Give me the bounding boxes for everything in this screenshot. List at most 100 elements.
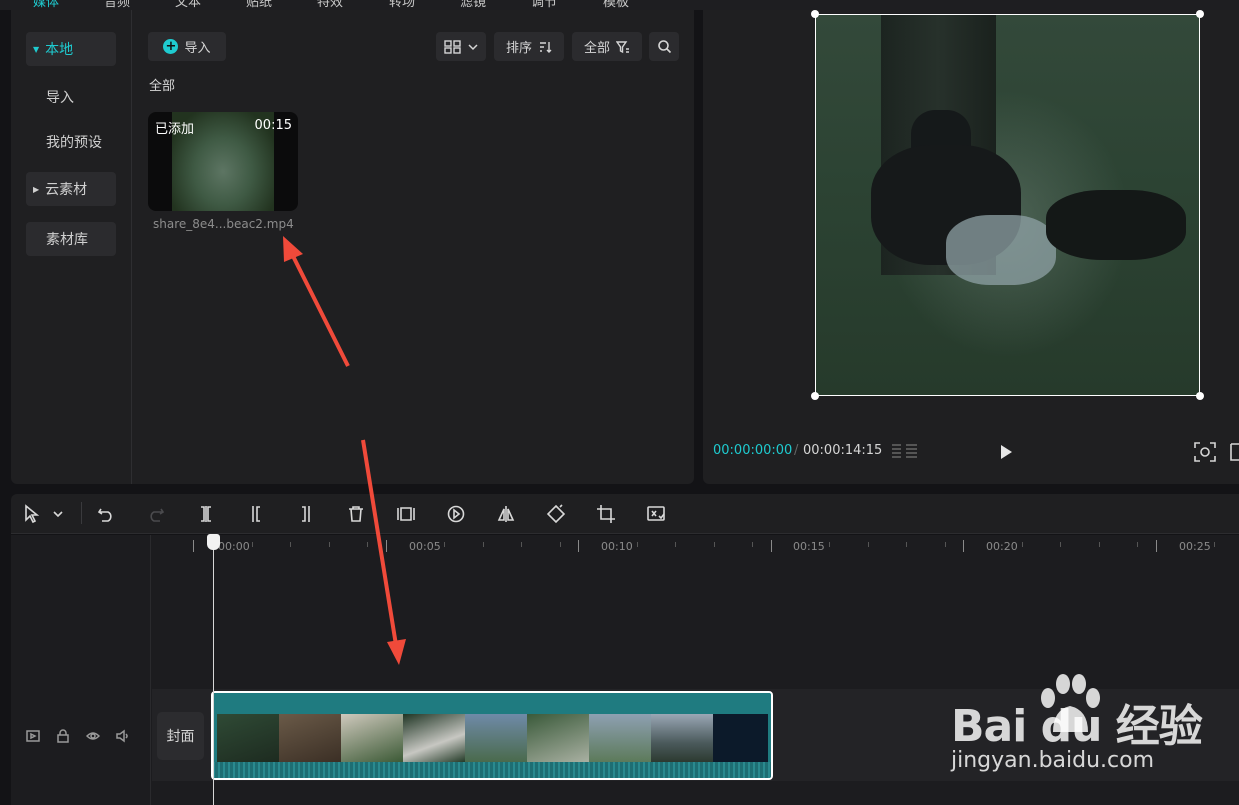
delete-button[interactable] (344, 502, 368, 526)
sidebar-item-my-presets[interactable]: 我的预设 (26, 125, 116, 159)
split-icon (201, 506, 211, 522)
duration-badge: 00:15 (254, 118, 292, 133)
fullscreen-icon (1230, 443, 1239, 461)
filmstrip-frame (465, 714, 527, 762)
tab-templates[interactable]: 模板 (603, 0, 629, 10)
cover-button[interactable]: 封面 (157, 712, 204, 760)
playhead-handle[interactable] (207, 534, 220, 550)
freeze-frame-button[interactable] (394, 502, 418, 526)
search-button[interactable] (649, 32, 679, 61)
ruler-label: 00:00 (218, 540, 250, 553)
timecode-format-icon[interactable] (891, 443, 919, 465)
ruler-minor-tick (675, 542, 676, 547)
ruler-major-tick (578, 540, 579, 552)
tab-media[interactable]: 媒体 (33, 0, 59, 10)
mirror-button[interactable] (494, 502, 518, 526)
video-preview[interactable] (815, 14, 1200, 396)
toolbar-divider (81, 502, 82, 524)
play-button[interactable] (998, 444, 1014, 464)
time-separator: / (794, 443, 799, 458)
trash-icon (349, 506, 363, 522)
ruler-major-tick (963, 540, 964, 552)
sidebar-item-import[interactable]: 导入 (26, 80, 116, 114)
crop-button[interactable] (594, 502, 618, 526)
track-visibility-toggle[interactable] (84, 727, 102, 745)
ruler-minor-tick (444, 542, 445, 547)
time-ruler[interactable] (152, 535, 1239, 557)
reverse-button[interactable] (444, 502, 468, 526)
trim-left-icon (252, 506, 260, 522)
resize-handle[interactable] (811, 10, 819, 18)
focus-icon (1194, 442, 1216, 462)
tab-sticker[interactable]: 贴纸 (246, 0, 272, 10)
rotate-button[interactable] (544, 502, 568, 526)
filmstrip-frame (341, 714, 403, 762)
crop-icon (597, 505, 615, 523)
undo-icon (97, 508, 112, 522)
tab-transitions[interactable]: 转场 (389, 0, 415, 10)
view-mode-button[interactable] (436, 32, 486, 61)
lock-icon (57, 729, 69, 743)
sort-button[interactable]: 排序 (494, 32, 564, 61)
filter-button[interactable]: 全部 (572, 32, 642, 61)
ruler-minor-tick (367, 542, 368, 547)
ruler-minor-tick (945, 542, 946, 547)
import-button[interactable]: + 导入 (148, 32, 226, 61)
media-filename: share_8e4...beac2.mp4 (153, 217, 294, 231)
filmstrip-frame (651, 714, 713, 762)
sort-label: 排序 (505, 41, 532, 56)
search-icon (657, 40, 671, 54)
rotate-icon (546, 504, 566, 524)
filmstrip-frame (527, 714, 589, 762)
sidebar-item-local[interactable]: ▼ 本地 (26, 32, 116, 66)
tab-text[interactable]: 文本 (175, 0, 201, 10)
fullscreen-button[interactable] (1230, 443, 1239, 465)
ruler-minor-tick (252, 542, 253, 547)
track-video-toggle[interactable] (24, 727, 42, 745)
track-lock-toggle[interactable] (54, 727, 72, 745)
video-clip[interactable] (211, 691, 773, 780)
undo-button[interactable] (94, 502, 118, 526)
filmstrip-frame (279, 714, 341, 762)
resize-handle[interactable] (811, 392, 819, 400)
ruler-major-tick (1156, 540, 1157, 552)
clip-audio-waveform (213, 762, 771, 778)
tab-filters[interactable]: 滤镜 (460, 0, 486, 10)
fit-screen-button[interactable] (1194, 442, 1216, 466)
freeze-frame-icon (397, 507, 415, 521)
ruler-minor-tick (483, 542, 484, 547)
caret-down-icon: ▼ (33, 44, 40, 54)
speaker-icon (116, 729, 128, 743)
media-thumbnail[interactable]: 已添加 00:15 (148, 112, 298, 211)
media-panel: ▼ 本地 导入 我的预设 ▶ 云素材 素材库 + 导入 排序 全部 全部 已添加… (11, 10, 694, 484)
resize-handle[interactable] (1196, 10, 1204, 18)
track-audio-toggle[interactable] (114, 727, 132, 745)
select-tool-dropdown[interactable] (48, 502, 68, 526)
sort-icon (540, 41, 552, 53)
ruler-minor-tick (329, 542, 330, 547)
sidebar-item-library[interactable]: 素材库 (26, 222, 116, 256)
trim-right-button[interactable] (294, 502, 318, 526)
ruler-minor-tick (829, 542, 830, 547)
sidebar-item-cloud[interactable]: ▶ 云素材 (26, 172, 116, 206)
filmstrip-frame (713, 714, 768, 762)
section-title: 全部 (149, 79, 176, 94)
select-tool-button[interactable] (20, 502, 44, 526)
ruler-major-tick (193, 540, 194, 552)
ruler-minor-tick (290, 542, 291, 547)
auto-cut-button[interactable] (644, 502, 668, 526)
top-tab-strip: 媒体 音频 文本 贴纸 特效 转场 滤镜 调节 模板 (0, 0, 1239, 10)
tab-effects[interactable]: 特效 (317, 0, 343, 10)
sidebar-item-label: 素材库 (46, 232, 88, 248)
import-label: 导入 (184, 41, 211, 56)
trim-left-button[interactable] (244, 502, 268, 526)
ruler-minor-tick (637, 542, 638, 547)
split-button[interactable] (194, 502, 218, 526)
tab-audio[interactable]: 音频 (104, 0, 130, 10)
filter-label: 全部 (583, 41, 610, 56)
redo-button[interactable] (144, 502, 168, 526)
track-header-column (11, 535, 151, 805)
clip-header (213, 693, 771, 713)
resize-handle[interactable] (1196, 392, 1204, 400)
tab-adjust[interactable]: 调节 (531, 0, 557, 10)
